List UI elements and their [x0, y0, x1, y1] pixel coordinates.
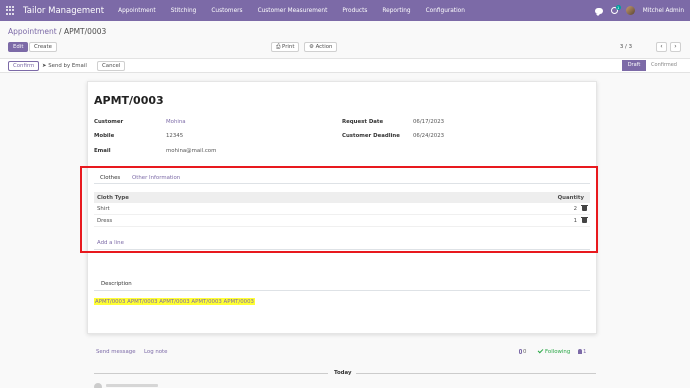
description-tabs: Description — [94, 277, 590, 291]
app-brand[interactable]: Tailor Management — [23, 6, 104, 16]
menu-customers[interactable]: Customers — [211, 8, 242, 14]
menu-stitching[interactable]: Stitching — [171, 8, 197, 14]
navbar-systray: 1 Mitchel Admin — [594, 0, 684, 21]
request-date-label: Request Date — [342, 119, 384, 125]
top-navbar: Tailor Management Appointment Stitching … — [0, 0, 690, 21]
menu-products[interactable]: Products — [342, 8, 367, 14]
menu-reporting[interactable]: Reporting — [382, 8, 410, 14]
today-separator: Today — [334, 370, 352, 376]
log-note-button[interactable]: Log note — [144, 349, 168, 355]
divider — [94, 373, 328, 374]
attachments-button[interactable]: 0 — [519, 349, 526, 355]
user-name[interactable]: Mitchel Admin — [643, 8, 684, 14]
pager-prev-button[interactable]: ‹ — [656, 42, 667, 52]
mobile-field[interactable]: 12345 — [166, 133, 183, 139]
cancel-button[interactable]: Cancel — [97, 61, 126, 71]
check-icon — [537, 347, 544, 354]
menu-customer-measurement[interactable]: Customer Measurement — [258, 8, 328, 14]
stage-new[interactable]: Draft — [622, 60, 646, 71]
confirm-button[interactable]: Confirm — [8, 61, 40, 71]
following-button[interactable]: Following — [537, 347, 571, 355]
edit-button[interactable]: Edit — [8, 42, 29, 52]
print-button[interactable]: ⎙ Print — [271, 42, 300, 52]
chat-icon[interactable] — [594, 7, 603, 16]
breadcrumb: Appointment / APMT/0003 — [8, 27, 106, 36]
paper-plane-icon: ➤ — [42, 63, 47, 69]
avatar[interactable] — [625, 6, 635, 15]
breadcrumb-separator: / — [56, 27, 64, 36]
menu-appointment[interactable]: Appointment — [118, 8, 156, 14]
mobile-label: Mobile — [94, 133, 115, 139]
stage-done[interactable]: Confirmed — [646, 60, 682, 71]
divider — [356, 373, 596, 374]
print-icon: ⎙ — [276, 44, 281, 50]
record-title: APMT/0003 — [94, 94, 164, 107]
activity-clock-icon[interactable]: 1 — [610, 5, 621, 14]
highlight-box — [80, 166, 598, 253]
paperclip-icon — [519, 349, 522, 354]
followers-count: 1 — [583, 349, 587, 355]
customer-deadline-label: Customer Deadline — [342, 133, 400, 139]
attachments-count: 0 — [523, 349, 527, 355]
tab-description[interactable]: Description — [101, 281, 132, 287]
action-label: Action — [315, 44, 333, 50]
user-icon — [578, 349, 582, 354]
print-label: Print — [282, 44, 295, 50]
avatar — [94, 383, 102, 388]
description-text[interactable]: APMT/0003 APMT/0003 APMT/0003 APMT/0003 … — [94, 298, 255, 305]
send-email-label: Send by Email — [48, 63, 87, 69]
pager-next-button[interactable]: › — [670, 42, 681, 52]
create-button[interactable]: Create — [29, 42, 57, 52]
menu-configuration[interactable]: Configuration — [426, 8, 465, 14]
breadcrumb-current: APMT/0003 — [63, 27, 107, 36]
main-menu: Appointment Stitching Customers Customer… — [118, 8, 465, 14]
email-label: Email — [94, 148, 111, 154]
followers-button[interactable]: 1 — [578, 349, 586, 355]
request-date-field[interactable]: 06/17/2023 — [413, 119, 444, 125]
notification-badge: 1 — [615, 5, 621, 10]
email-field[interactable]: mohina@mail.com — [166, 148, 216, 154]
customer-deadline-field[interactable]: 06/24/2023 — [413, 133, 444, 139]
pager-value[interactable]: 3 / 3 — [620, 44, 632, 50]
apps-grid-icon[interactable] — [6, 6, 15, 15]
breadcrumb-parent[interactable]: Appointment — [8, 27, 57, 36]
customer-label: Customer — [94, 119, 124, 125]
send-email-button[interactable]: ➤ Send by Email — [42, 63, 87, 69]
customer-field[interactable]: Mohina — [166, 119, 186, 125]
message-author — [106, 384, 158, 387]
gear-icon: ⚙ — [309, 44, 314, 50]
following-label: Following — [545, 349, 571, 355]
action-button[interactable]: ⚙ Action — [304, 42, 338, 52]
send-message-button[interactable]: Send message — [96, 349, 136, 355]
